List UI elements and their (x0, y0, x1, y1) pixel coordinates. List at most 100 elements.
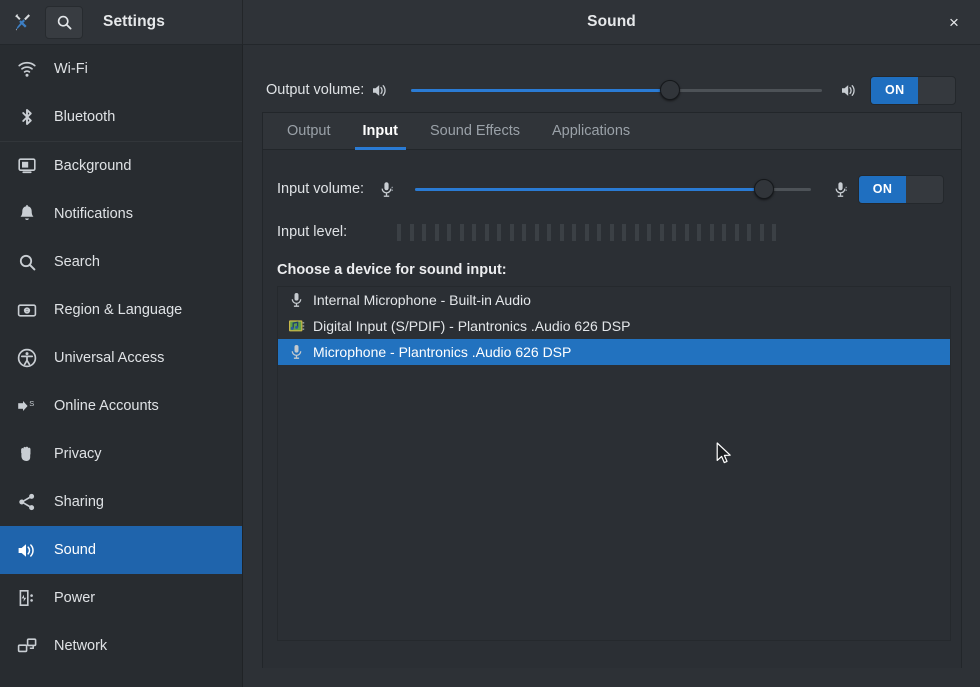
sidebar-item-label: Background (54, 159, 131, 174)
sidebar-item-label: Search (54, 255, 100, 270)
sidebar-item-label: Sharing (54, 495, 104, 510)
level-tick (597, 224, 601, 241)
close-button[interactable]: × (940, 8, 968, 36)
sidebar-item-label: Bluetooth (54, 110, 115, 125)
utilities-icon (10, 9, 36, 35)
background-icon (14, 157, 40, 175)
level-tick (397, 224, 401, 241)
accessibility-icon (14, 348, 40, 368)
sidebar-item-sound[interactable]: Sound (0, 526, 242, 574)
level-tick (422, 224, 426, 241)
online-accounts-icon: S (14, 397, 40, 415)
input-level-label: Input level: (277, 224, 347, 240)
input-volume-label: Input volume: (277, 181, 364, 197)
level-tick (760, 224, 764, 241)
device-list-item-label: Microphone - Plantronics .Audio 626 DSP (313, 344, 571, 360)
settings-window: Settings Sound × Wi-Fi Bluetooth Backgroun… (0, 0, 980, 687)
bluetooth-icon (14, 107, 40, 127)
sound-panel: Output volume: (244, 45, 980, 687)
output-toggle-on-label: ON (871, 77, 918, 104)
level-tick (435, 224, 439, 241)
level-tick (472, 224, 476, 241)
output-volume-label: Output volume: (266, 82, 364, 98)
sidebar-item-wi-fi[interactable]: Wi-Fi (0, 45, 242, 93)
sidebar-item-label: Power (54, 591, 95, 606)
device-list-item-label: Internal Microphone - Built-in Audio (313, 292, 531, 308)
sidebar-item-sharing[interactable]: Sharing (0, 478, 242, 526)
region-language-icon (14, 302, 40, 319)
network-icon (14, 637, 40, 655)
output-volume-slider[interactable] (411, 79, 822, 101)
output-volume-toggle[interactable]: ON (870, 76, 956, 105)
device-list-item-label: Digital Input (S/PDIF) - Plantronics .Au… (313, 318, 630, 334)
svg-text:S: S (29, 399, 34, 408)
level-tick (747, 224, 751, 241)
input-level-row: Input level: (277, 219, 949, 245)
sidebar-item-bluetooth[interactable]: Bluetooth (0, 93, 242, 141)
input-toggle-on-label: ON (859, 176, 906, 203)
input-tab-panel: Input volume: (263, 150, 961, 668)
input-level-meter (397, 223, 776, 241)
sidebar-item-label: Region & Language (54, 303, 182, 318)
wifi-icon (14, 60, 40, 78)
device-list-item[interactable]: Internal Microphone - Built-in Audio (278, 287, 950, 313)
device-list-item[interactable]: Digital Input (S/PDIF) - Plantronics .Au… (278, 313, 950, 339)
bell-icon (14, 204, 40, 224)
microphone-icon (286, 292, 306, 308)
sidebar-item-label: Network (54, 639, 107, 654)
level-tick (572, 224, 576, 241)
level-tick (622, 224, 626, 241)
device-list-item[interactable]: Microphone - Plantronics .Audio 626 DSP (278, 339, 950, 365)
sidebar-item-label: Universal Access (54, 351, 164, 366)
level-tick (410, 224, 414, 241)
search-button[interactable] (45, 6, 83, 39)
level-tick (585, 224, 589, 241)
level-tick (697, 224, 701, 241)
sidebar: Wi-Fi Bluetooth Background Notifications Sea… (0, 45, 243, 687)
hand-icon (14, 444, 40, 464)
slider-handle[interactable] (754, 179, 774, 199)
sound-notebook: OutputInputSound EffectsApplications Inp… (262, 112, 962, 668)
microphone-icon (379, 181, 394, 198)
header-bar-panel-section: Sound × (243, 0, 980, 45)
input-volume-toggle[interactable]: ON (858, 175, 944, 204)
level-tick (647, 224, 651, 241)
sidebar-item-network[interactable]: Network (0, 622, 242, 670)
speaker-icon (14, 542, 40, 559)
sidebar-item-power[interactable]: Power (0, 574, 242, 622)
sidebar-item-privacy[interactable]: Privacy (0, 430, 242, 478)
sidebar-item-universal-access[interactable]: Universal Access (0, 334, 242, 382)
input-volume-slider[interactable] (415, 178, 811, 200)
sidebar-item-notifications[interactable]: Notifications (0, 190, 242, 238)
slider-fill (411, 89, 670, 92)
sidebar-item-label: Privacy (54, 447, 102, 462)
tab-sound-effects[interactable]: Sound Effects (414, 113, 536, 149)
header-bar-sidebar-section: Settings (0, 0, 243, 45)
level-tick (510, 224, 514, 241)
level-tick (735, 224, 739, 241)
level-tick (660, 224, 664, 241)
tab-input[interactable]: Input (347, 113, 414, 149)
level-tick (460, 224, 464, 241)
level-tick (610, 224, 614, 241)
audio-card-icon (286, 318, 306, 334)
level-tick (772, 224, 776, 241)
speaker-volume-icon (372, 83, 389, 98)
sidebar-item-region-language[interactable]: Region & Language (0, 286, 242, 334)
header-bar: Settings Sound × (0, 0, 980, 45)
level-tick (685, 224, 689, 241)
input-device-list[interactable]: Internal Microphone - Built-in Audio Digi… (277, 286, 951, 641)
level-tick (722, 224, 726, 241)
tab-applications[interactable]: Applications (536, 113, 646, 149)
level-tick (485, 224, 489, 241)
choose-device-heading: Choose a device for sound input: (277, 262, 507, 278)
sidebar-item-search[interactable]: Search (0, 238, 242, 286)
sidebar-item-label: Online Accounts (54, 399, 159, 414)
level-tick (710, 224, 714, 241)
sidebar-item-online-accounts[interactable]: S Online Accounts (0, 382, 242, 430)
tab-output[interactable]: Output (271, 113, 347, 149)
sidebar-item-label: Wi-Fi (54, 62, 88, 77)
sidebar-item-background[interactable]: Background (0, 142, 242, 190)
input-volume-row: Input volume: (277, 174, 949, 204)
slider-handle[interactable] (660, 80, 680, 100)
